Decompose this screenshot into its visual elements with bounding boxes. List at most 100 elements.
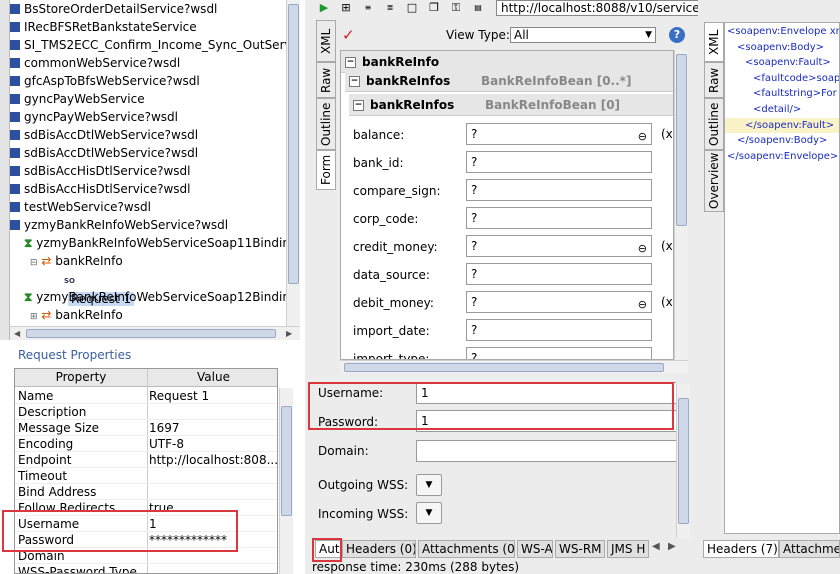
service-icon xyxy=(10,58,20,68)
scroll-thumb[interactable] xyxy=(288,4,299,284)
copy-icon[interactable]: ❐ xyxy=(428,2,440,14)
request-tab[interactable]: JMS H xyxy=(607,540,649,558)
response-tab-outline[interactable]: Outline xyxy=(704,98,724,150)
property-row[interactable]: Timeout xyxy=(15,468,277,484)
form-scrollbar[interactable] xyxy=(674,50,688,360)
tree-vertical-scrollbar[interactable] xyxy=(286,0,300,326)
property-value[interactable]: 1697 xyxy=(149,420,180,436)
scroll-thumb[interactable] xyxy=(281,406,292,516)
request-tab[interactable]: Headers (0) xyxy=(342,540,416,558)
request-tab[interactable]: Attachments (0) xyxy=(418,540,515,558)
format-icon[interactable]: ≣ xyxy=(384,2,396,14)
scroll-thumb[interactable] xyxy=(676,54,687,226)
field-input[interactable]: ? xyxy=(466,263,652,285)
scroll-right-icon[interactable]: ▶ xyxy=(286,329,292,339)
property-row[interactable]: Encoding UTF-8 xyxy=(15,436,277,452)
tree-item-label: BsStoreOrderDetailService?wsdl xyxy=(24,2,218,16)
property-value[interactable]: UTF-8 xyxy=(149,436,184,452)
response-tab[interactable]: Attachmen xyxy=(779,540,840,558)
tab-scroll-right-icon[interactable]: ▶ xyxy=(668,541,676,552)
tree-horizontal-scrollbar[interactable]: ◀ ▶ xyxy=(10,326,300,340)
property-row[interactable]: WSS-Password Type xyxy=(15,564,277,574)
scroll-thumb[interactable] xyxy=(678,398,689,524)
clear-value-icon[interactable]: ⊖ xyxy=(638,127,647,147)
request-node[interactable]: SO Request 1 xyxy=(64,270,135,306)
request-properties-title: Request Properties xyxy=(18,348,132,362)
property-row[interactable]: Message Size 1697 xyxy=(15,420,277,436)
clear-value-icon[interactable]: ⊖ xyxy=(638,239,647,259)
validate-check-icon[interactable]: ✓ xyxy=(342,26,355,44)
tab-scroll-left-icon[interactable]: ◀ xyxy=(652,541,660,552)
property-row[interactable]: Bind Address xyxy=(15,484,277,500)
auth-scrollbar[interactable] xyxy=(676,384,690,538)
outgoing-wss-dropdown[interactable]: ▼ xyxy=(416,474,442,496)
field-value: ? xyxy=(471,127,478,141)
xml-line: <soapenv:Envelope xm xyxy=(727,26,840,37)
binding-icon: ⧗ xyxy=(24,290,33,304)
wsa-icon[interactable]: ▤ xyxy=(472,2,484,14)
tab-outline[interactable]: Outline xyxy=(316,98,336,150)
service-icon xyxy=(10,94,20,104)
field-input[interactable]: ? ⊖ xyxy=(466,291,652,313)
group-row[interactable]: − bankReInfos BankReInfoBean [0] xyxy=(349,94,673,116)
field-input[interactable]: ? ⊖ xyxy=(466,123,652,145)
tab-raw[interactable]: Raw xyxy=(316,62,336,98)
request-tab[interactable]: WS-A xyxy=(517,540,553,558)
tree-expander-icon: ⊞ xyxy=(30,312,38,322)
navigator-vertical-tab[interactable] xyxy=(0,0,10,340)
tab-xml[interactable]: XML xyxy=(316,20,336,62)
collapse-icon[interactable]: − xyxy=(349,76,360,87)
operation-node[interactable]: ⊞ ⇄ bankReInfo xyxy=(30,306,123,324)
field-input[interactable]: ? xyxy=(466,347,652,359)
stop-icon[interactable]: □ xyxy=(406,2,418,14)
binding-node[interactable]: ⧗ yzmyBankReInfoWebServiceSoap12Binding xyxy=(24,288,286,306)
play-icon[interactable]: ▶ xyxy=(318,2,330,14)
chevron-down-icon: ▼ xyxy=(425,480,433,490)
property-name: Encoding xyxy=(18,437,74,451)
properties-scrollbar[interactable] xyxy=(279,388,293,574)
response-tab-raw[interactable]: Raw xyxy=(704,62,724,98)
clear-value-icon[interactable]: ⊖ xyxy=(638,295,647,315)
field-input[interactable]: ? xyxy=(466,207,652,229)
operation-node[interactable]: ⊟ ⇄ bankReInfo xyxy=(30,252,123,270)
group-type-label: BankReInfoBean [0..*] xyxy=(481,74,632,88)
request-form: − bankReInfo − bankReInfos BankReInfoBean … xyxy=(340,50,674,360)
property-column-header[interactable]: Property xyxy=(15,369,147,387)
field-input[interactable]: ? xyxy=(466,151,652,173)
tab-form[interactable]: Form xyxy=(316,150,336,190)
response-tab-overview[interactable]: Overview xyxy=(704,150,724,212)
group-row[interactable]: − bankReInfos BankReInfoBean [0..*] xyxy=(345,70,673,92)
property-row[interactable]: Endpoint http://localhost:808... xyxy=(15,452,277,468)
field-value: ? xyxy=(471,239,478,253)
field-label: import_type: xyxy=(353,352,430,360)
service-icon xyxy=(10,4,20,14)
form-horizontal-scrollbar[interactable] xyxy=(340,360,688,374)
scroll-left-icon[interactable]: ◀ xyxy=(14,329,20,339)
response-tab-xml[interactable]: XML xyxy=(704,22,724,62)
response-tab[interactable]: Headers (7) xyxy=(703,540,779,558)
field-input[interactable]: ? ⊖ xyxy=(466,235,652,257)
help-icon[interactable]: ? xyxy=(669,27,685,43)
field-input[interactable]: ? xyxy=(466,319,652,341)
property-value[interactable]: http://localhost:808... xyxy=(149,452,277,468)
response-xml-view[interactable]: <soapenv:Envelope xm <soapenv:Body> <soape… xyxy=(724,22,840,534)
add-step-icon[interactable]: ⊞ xyxy=(340,2,352,14)
property-value[interactable]: Request 1 xyxy=(149,388,209,404)
collapse-icon[interactable]: − xyxy=(345,57,356,68)
binding-node[interactable]: ⧗ yzmyBankReInfoWebServiceSoap11Binding xyxy=(24,234,286,252)
scroll-thumb[interactable] xyxy=(26,329,276,338)
request-tab[interactable]: WS-RM xyxy=(555,540,605,558)
collapse-icon[interactable]: − xyxy=(353,100,364,111)
value-column-header[interactable]: Value xyxy=(148,369,277,387)
scroll-thumb[interactable] xyxy=(344,363,664,372)
property-name: WSS-Password Type xyxy=(18,565,137,574)
lock-icon[interactable]: ⚿ xyxy=(450,2,462,14)
property-row[interactable]: Description xyxy=(15,404,277,420)
property-row[interactable]: Name Request 1 xyxy=(15,388,277,404)
domain-input[interactable] xyxy=(416,440,676,462)
view-type-select[interactable]: All ▼ xyxy=(510,27,656,43)
field-label: compare_sign: xyxy=(353,184,441,198)
incoming-wss-dropdown[interactable]: ▼ xyxy=(416,502,442,524)
wsdl-icon[interactable]: ≡ xyxy=(362,2,374,14)
field-input[interactable]: ? xyxy=(466,179,652,201)
